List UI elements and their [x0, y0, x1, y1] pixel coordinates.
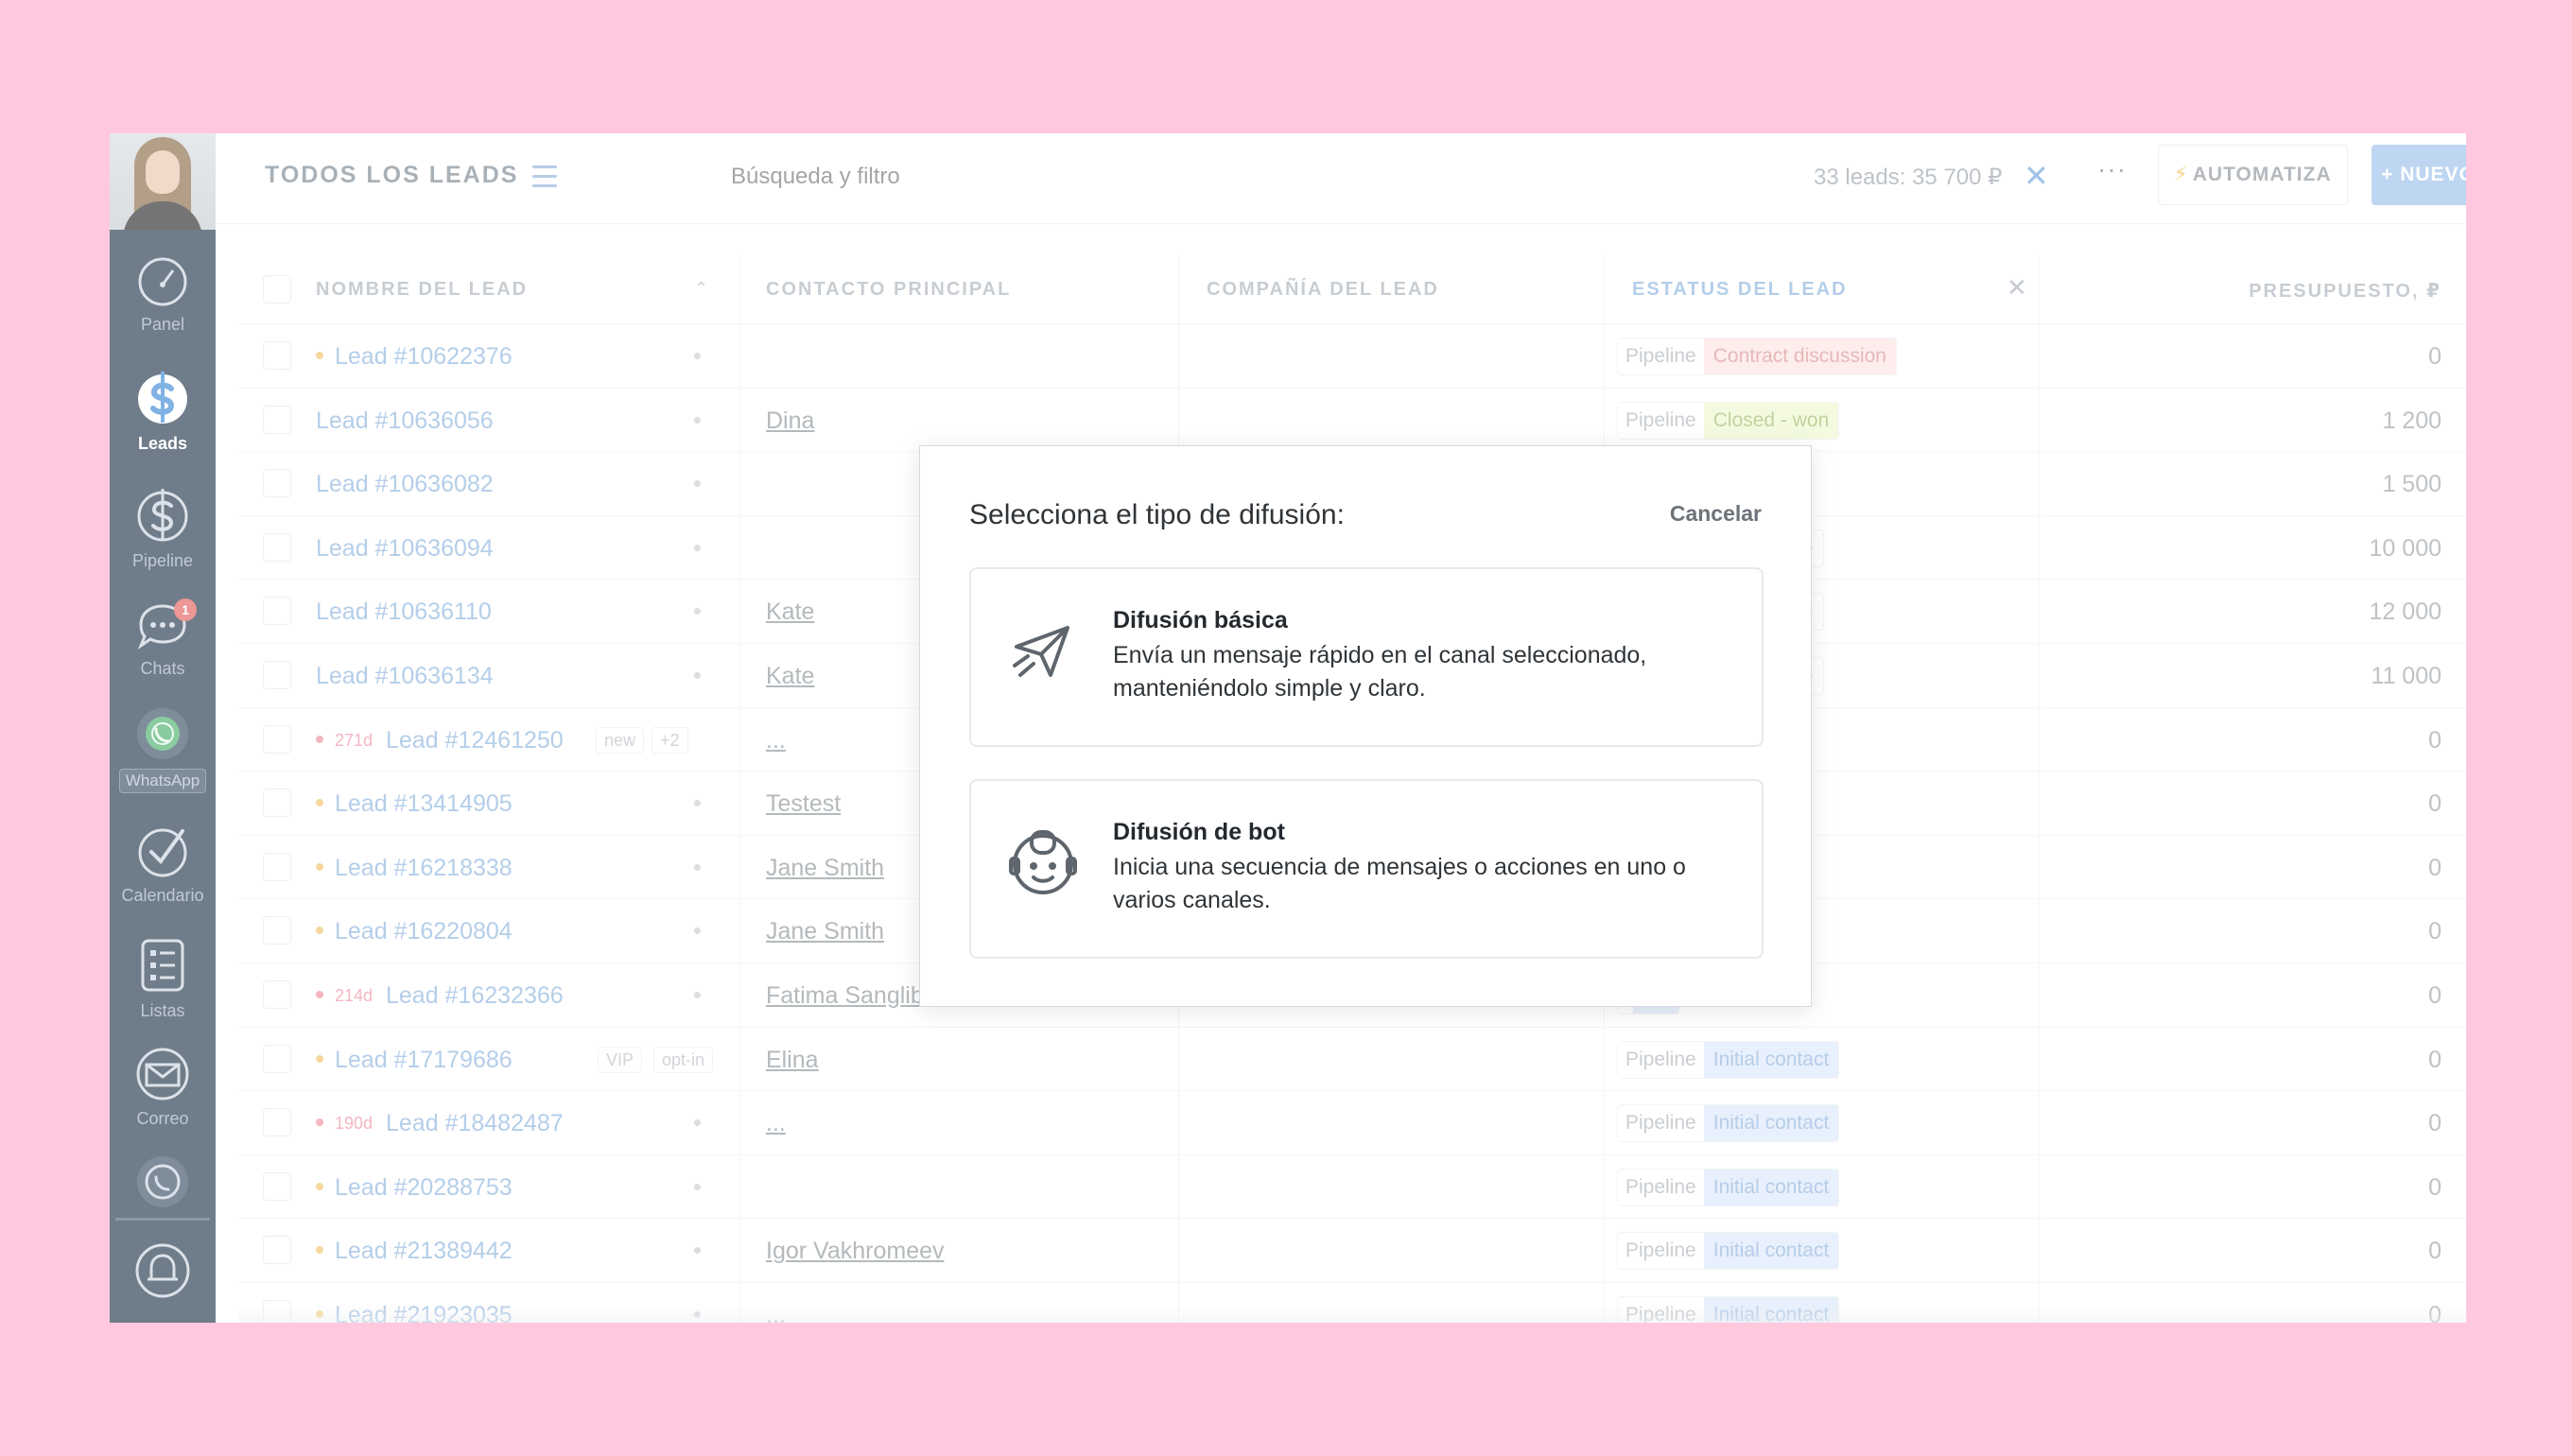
broadcast-type-dialog: Selecciona el tipo de difusión: Cancelar… — [919, 445, 1812, 1007]
cancel-button[interactable]: Cancelar — [1670, 501, 1762, 527]
bot-broadcast-option[interactable]: Difusión de bot Inicia una secuencia de … — [969, 779, 1764, 959]
paper-plane-icon — [1013, 626, 1069, 677]
option-title: Difusión de bot — [1113, 819, 1285, 845]
basic-broadcast-option[interactable]: Difusión básica Envía un mensaje rápido … — [969, 567, 1764, 747]
dialog-title: Selecciona el tipo de difusión: — [969, 499, 1345, 530]
bot-icon — [1009, 830, 1077, 894]
option-title: Difusión básica — [1113, 607, 1288, 633]
app-window: Panel Leads Pipeline 1 Chats WhatsApp Ca… — [110, 133, 2466, 1323]
option-description: Inicia una secuencia de mensajes o accio… — [1113, 854, 1686, 913]
option-description: Envía un mensaje rápido en el canal sele… — [1113, 642, 1647, 702]
